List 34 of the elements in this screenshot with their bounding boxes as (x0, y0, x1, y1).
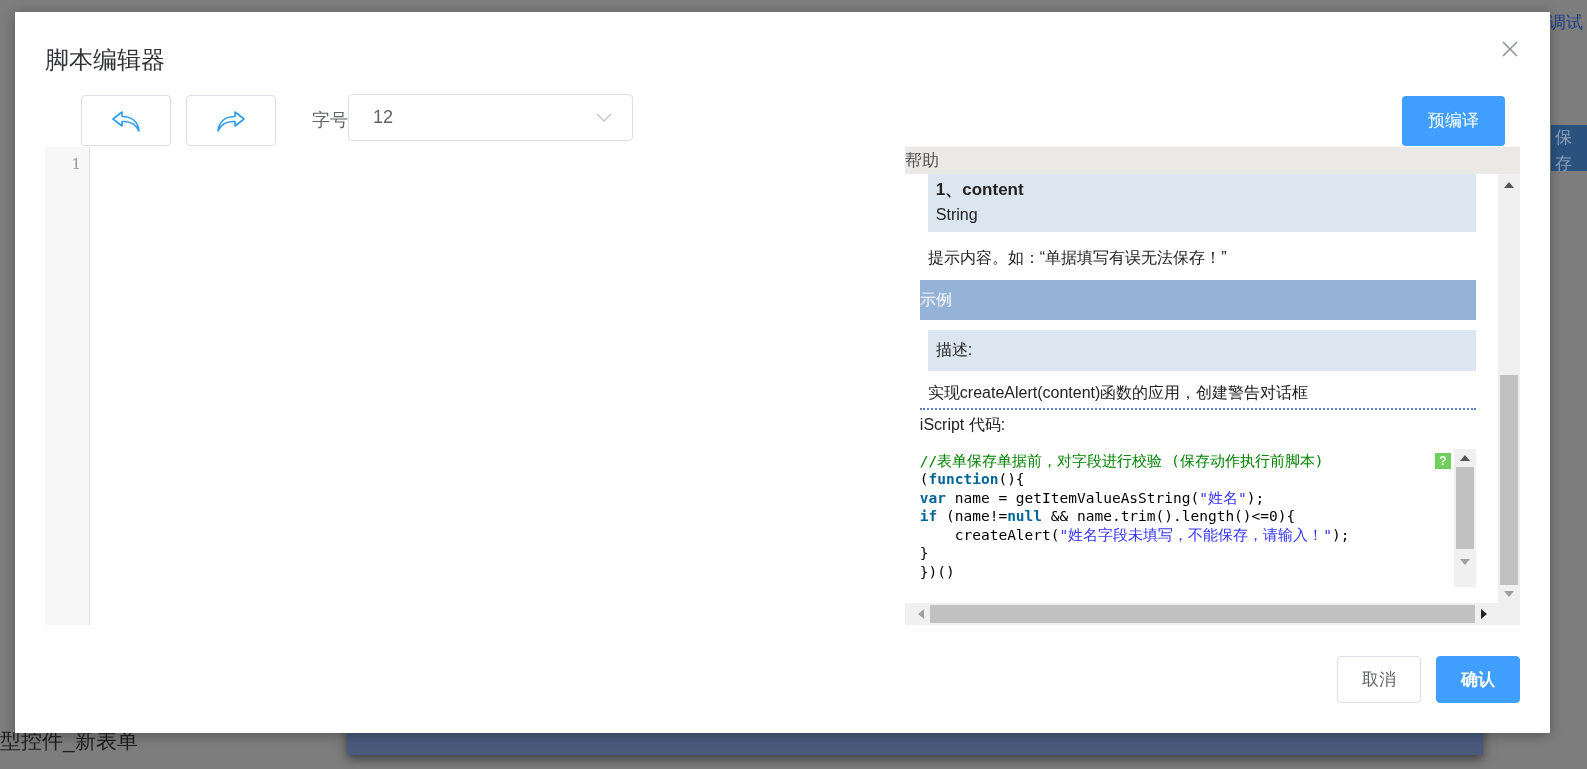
parameter-description: 提示内容。如：“单据填写有误无法保存！” (926, 247, 1228, 268)
description-text: 实现createAlert(content)函数的应用，创建警告对话框 (919, 370, 1476, 410)
dialog-title: 脚本编辑器 (45, 45, 165, 75)
cancel-button[interactable]: 取消 (1337, 656, 1421, 703)
confirm-button[interactable]: 确认 (1436, 656, 1520, 703)
code-line: var name = getItemValueAsString("姓名"); (919, 488, 1266, 507)
close-icon (1500, 38, 1520, 59)
undo-arrow-icon (111, 109, 141, 132)
redo-button[interactable] (186, 95, 276, 146)
save-button[interactable]: 保存 (1551, 125, 1587, 171)
undo-button[interactable] (81, 95, 171, 146)
chevron-down-icon (596, 112, 612, 123)
code-line: })() (919, 562, 956, 581)
code-line: } (919, 544, 930, 563)
example-heading: 示例 (919, 290, 952, 308)
code-line: (function(){ (919, 470, 1026, 489)
description-label: 描述: (935, 340, 973, 358)
vertical-scrollbar[interactable] (1498, 174, 1520, 603)
code-label: iScript 代码: (919, 414, 1007, 435)
code-line: createAlert("姓名字段未填写，不能保存，请输入！"); (953, 525, 1351, 544)
parameter-name: 1、content (935, 179, 1025, 201)
help-title: 帮助 (904, 147, 1520, 174)
precompile-button[interactable]: 预编译 (1402, 95, 1505, 146)
line-number: 1 (70, 154, 81, 175)
font-size-label: 字号 (312, 109, 348, 132)
code-line: //表单保存单据前，对字段进行校验 (保存动作执行前脚本) (919, 451, 1325, 470)
code-line: if (name!=null && name.trim().length()<=0){ (919, 507, 1297, 526)
redo-arrow-icon (216, 109, 246, 132)
debug-link[interactable]: 调试 (1549, 10, 1583, 36)
horizontal-scrollbar[interactable] (904, 603, 1520, 625)
font-size-select[interactable]: 12 (348, 94, 633, 141)
code-scrollbar[interactable] (1454, 448, 1476, 587)
help-badge[interactable]: ? (1435, 452, 1451, 469)
parameter-type: String (935, 204, 979, 225)
